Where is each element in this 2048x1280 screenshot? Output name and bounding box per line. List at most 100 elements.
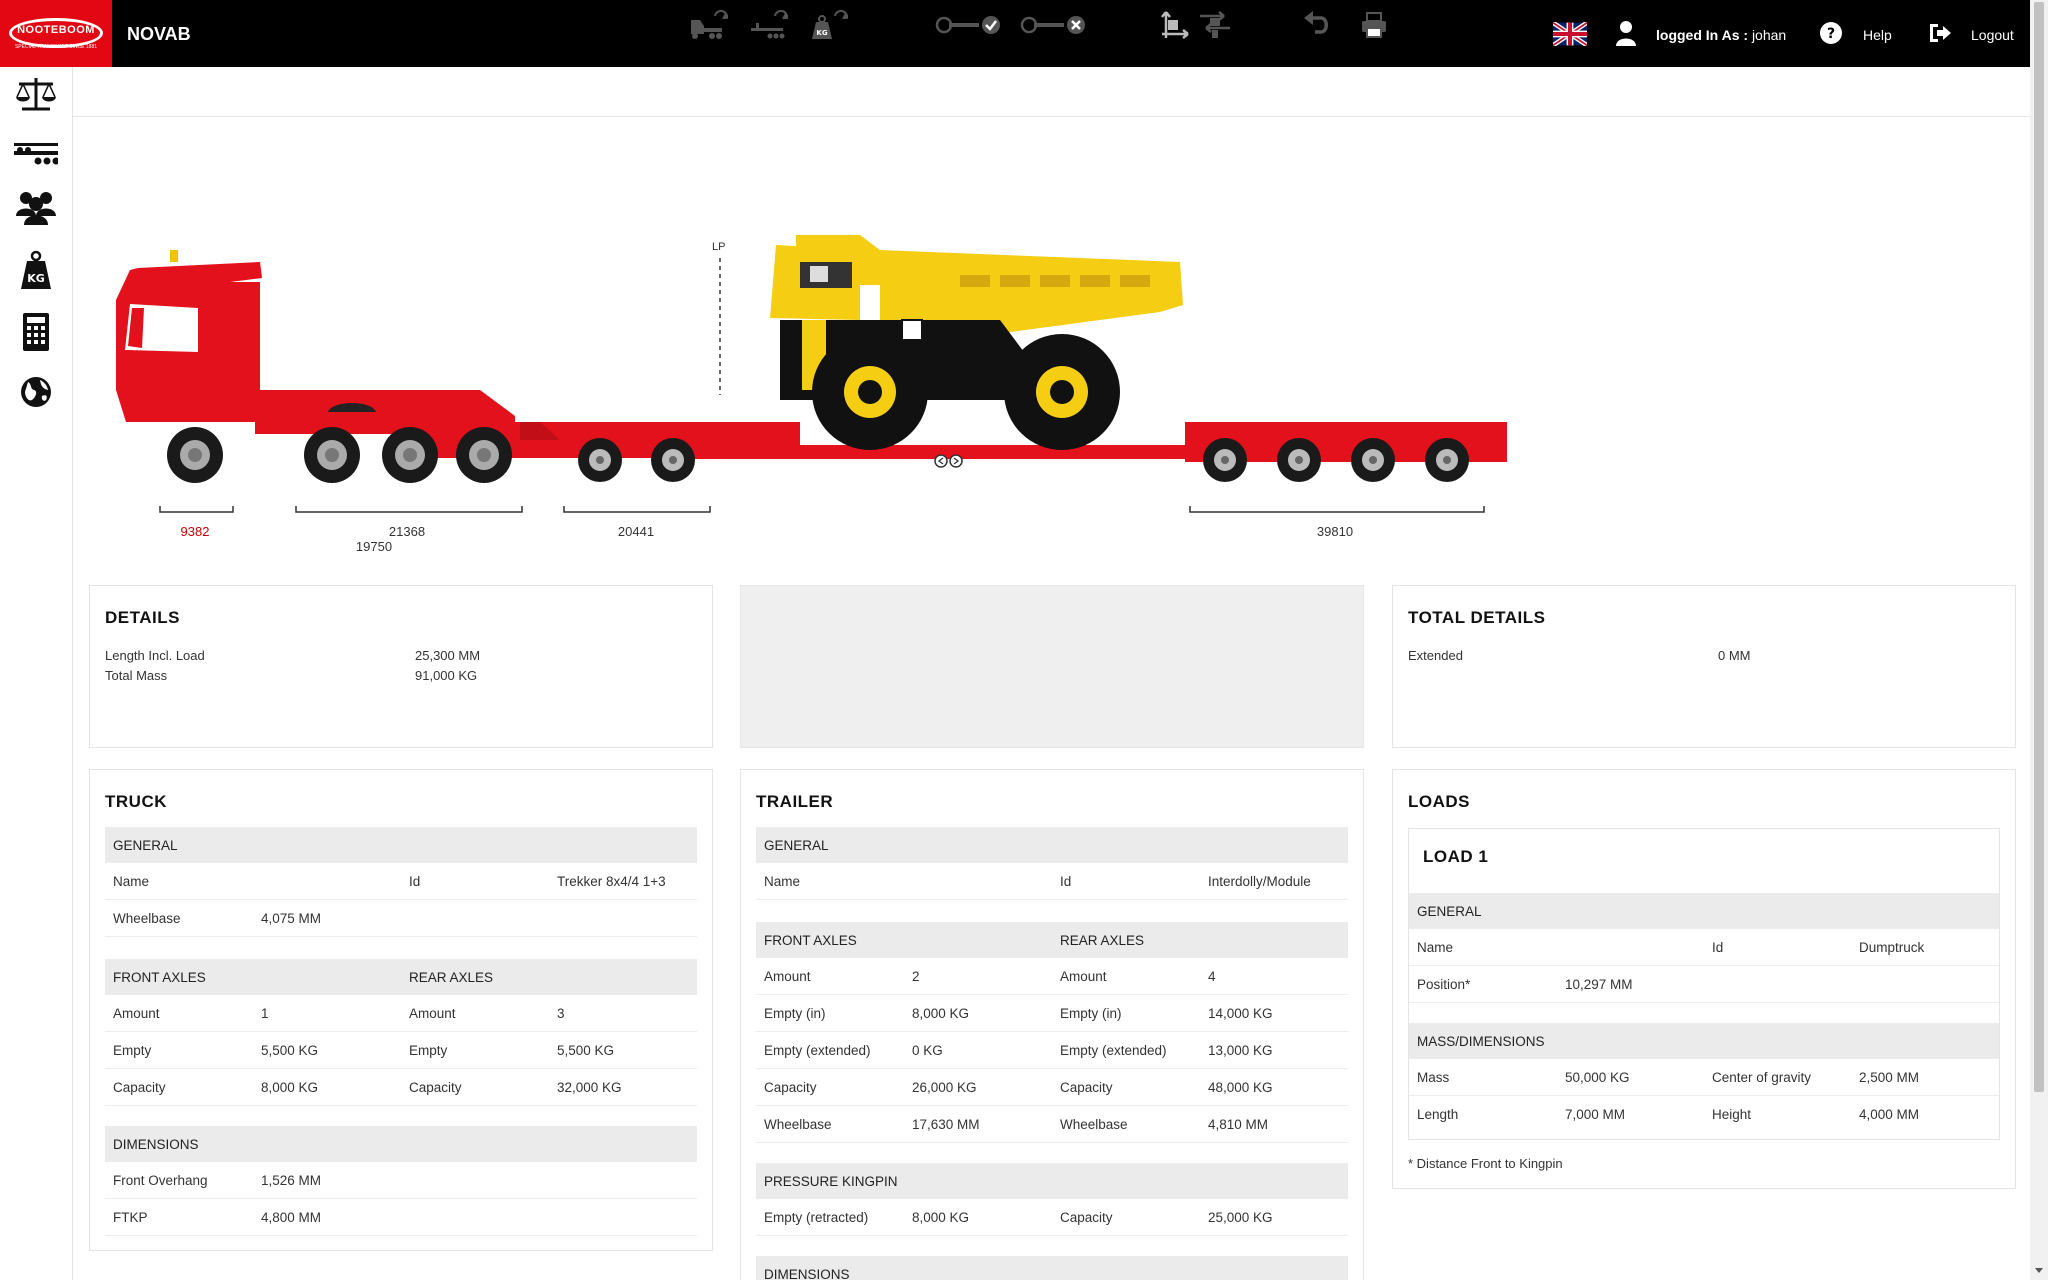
cell-label: Wheelbase (113, 911, 181, 926)
scroll-down-arrow-icon[interactable] (2034, 1265, 2044, 1275)
details-value: 25,300 MM (415, 648, 481, 663)
weight-kg-icon[interactable]: KG (14, 250, 58, 290)
cell-value: 8,000 KG (912, 1210, 970, 1225)
table-row: Capacity 8,000 KG Capacity 32,000 KG (105, 1069, 697, 1106)
loads-panel: LOADS LOAD 1 GENERAL Name Id Dumptruck P… (1392, 769, 2016, 1189)
cell-label: Center of gravity (1712, 1070, 1812, 1085)
table-row: Front Overhang 1,526 MM (105, 1162, 697, 1199)
load-general-header: GENERAL (1409, 893, 1999, 929)
cell-label: Empty (113, 1043, 152, 1058)
print-icon[interactable] (1360, 10, 1388, 40)
total-details-label: Extended (1408, 648, 1463, 663)
uk-flag-icon[interactable] (1553, 22, 1587, 46)
dim-dolly-axles: 20441 (618, 524, 654, 539)
calculator-icon[interactable] (14, 312, 58, 352)
group-icon[interactable] (14, 188, 58, 228)
cell-label: Capacity (1060, 1080, 1113, 1095)
logged-in-prefix: logged In As : (1656, 27, 1749, 43)
cell-label: Length (1417, 1107, 1459, 1122)
help-icon[interactable]: ? (1820, 22, 1842, 44)
cell-value: 4,810 MM (1208, 1117, 1269, 1132)
logout-link[interactable]: Logout (1971, 27, 2014, 43)
move-icon[interactable] (1198, 10, 1232, 40)
trailer-title: TRAILER (756, 792, 834, 811)
cell-value: 10,297 MM (1565, 977, 1633, 992)
cell-label: Mass (1417, 1070, 1450, 1085)
cell-label: Capacity (764, 1080, 817, 1095)
cell-label: Empty (extended) (764, 1043, 871, 1058)
truck-illustration (116, 250, 625, 434)
sidebar (0, 67, 73, 1280)
trailer-axles-header: FRONT AXLES REAR AXLES (756, 922, 1348, 958)
cell-label: Capacity (1060, 1210, 1113, 1225)
swap-truck-icon[interactable] (690, 10, 730, 40)
section-title: FRONT AXLES (113, 970, 206, 985)
truck-title: TRUCK (105, 792, 167, 811)
load-mass-header: MASS/DIMENSIONS (1409, 1023, 1999, 1059)
nooteboom-logo[interactable]: NOOTEBOOM SPECIAL TRANSPORT SINCE 1881 (0, 0, 112, 67)
cell-value: 1,526 MM (261, 1173, 322, 1188)
details-title: DETAILS (105, 608, 180, 627)
details-label: Total Mass (105, 668, 168, 683)
table-row: Name Id Interdolly/Module (756, 863, 1348, 900)
cell-value: Trekker 8x4/4 1+3 (557, 874, 666, 889)
truck-panel: TRUCK GENERAL Name Id Trekker 8x4/4 1+3 … (89, 769, 713, 1251)
trailer-kingpin-header: PRESSURE KINGPIN (756, 1163, 1348, 1199)
cell-label: Id (1060, 874, 1072, 889)
truck-general-header: GENERAL (105, 827, 697, 863)
cell-label: Id (1712, 940, 1724, 955)
globe-icon[interactable] (14, 372, 58, 412)
undo-icon[interactable] (1303, 10, 1331, 40)
table-row: Position* 10,297 MM (1409, 966, 1999, 1003)
trailer-general-header: GENERAL (756, 827, 1348, 863)
section-title: FRONT AXLES (764, 933, 857, 948)
scrollbar-thumb[interactable] (2034, 2, 2044, 1092)
cell-label: Amount (113, 1006, 160, 1021)
dumptruck-load-illustration (770, 235, 1183, 450)
user-icon (1616, 21, 1636, 46)
cell-value: 8,000 KG (912, 1006, 970, 1021)
empty-panel (740, 585, 1364, 748)
swap-trailer-icon[interactable] (750, 10, 790, 40)
cell-label: Empty (extended) (1060, 1043, 1167, 1058)
loads-title: LOADS (1408, 792, 1470, 811)
section-title: GENERAL (113, 838, 178, 853)
trailer-panel: TRAILER GENERAL Name Id Interdolly/Modul… (740, 769, 1364, 1280)
swap-load-icon[interactable]: KG (810, 10, 850, 40)
table-row: Length 7,000 MM Height 4,000 MM (1409, 1096, 1999, 1133)
cell-value: 5,500 KG (261, 1043, 319, 1058)
cell-label: Empty (in) (1060, 1006, 1122, 1021)
truck-dimensions-header: DIMENSIONS (105, 1126, 697, 1162)
table-row: Mass 50,000 KG Center of gravity 2,500 M… (1409, 1059, 1999, 1096)
cell-label: Height (1712, 1107, 1752, 1122)
cell-label: Empty (409, 1043, 448, 1058)
help-link[interactable]: Help (1863, 27, 1892, 43)
trailer-icon[interactable] (14, 135, 58, 175)
cell-value: 13,000 KG (1208, 1043, 1273, 1058)
cell-label: Amount (409, 1006, 456, 1021)
cell-label: Name (1417, 940, 1454, 955)
app-name: NOVAB (127, 24, 191, 44)
cell-label: Wheelbase (1060, 1117, 1128, 1132)
logo-text: NOOTEBOOM (17, 24, 95, 36)
cell-value: 8,000 KG (261, 1080, 319, 1095)
lp-marker-label: LP (712, 241, 725, 253)
cell-value: 48,000 KG (1208, 1080, 1273, 1095)
scales-icon[interactable] (14, 75, 58, 115)
cell-value: 26,000 KG (912, 1080, 977, 1095)
logo-subtext: SPECIAL TRANSPORT SINCE 1881 (14, 44, 98, 50)
cell-label: Empty (retracted) (764, 1210, 869, 1225)
connect-check-icon[interactable] (935, 10, 1001, 40)
logout-icon[interactable] (1928, 22, 1952, 44)
dim-module-axles: 39810 (1317, 524, 1353, 539)
cell-label: Name (113, 874, 150, 889)
table-row: Name Id Trekker 8x4/4 1+3 (105, 863, 697, 900)
cell-label: Amount (1060, 969, 1107, 984)
table-row: Empty (extended) 0 KG Empty (extended) 1… (756, 1032, 1348, 1069)
section-title: REAR AXLES (409, 970, 494, 985)
vehicle-combination-drawing: LP 9382 21368 19750 20441 39810 (116, 235, 1507, 554)
connect-cancel-icon[interactable] (1020, 10, 1086, 40)
svg-text:KG: KG (816, 29, 827, 37)
cell-value: 5,500 KG (557, 1043, 615, 1058)
cell-label: Amount (764, 969, 811, 984)
